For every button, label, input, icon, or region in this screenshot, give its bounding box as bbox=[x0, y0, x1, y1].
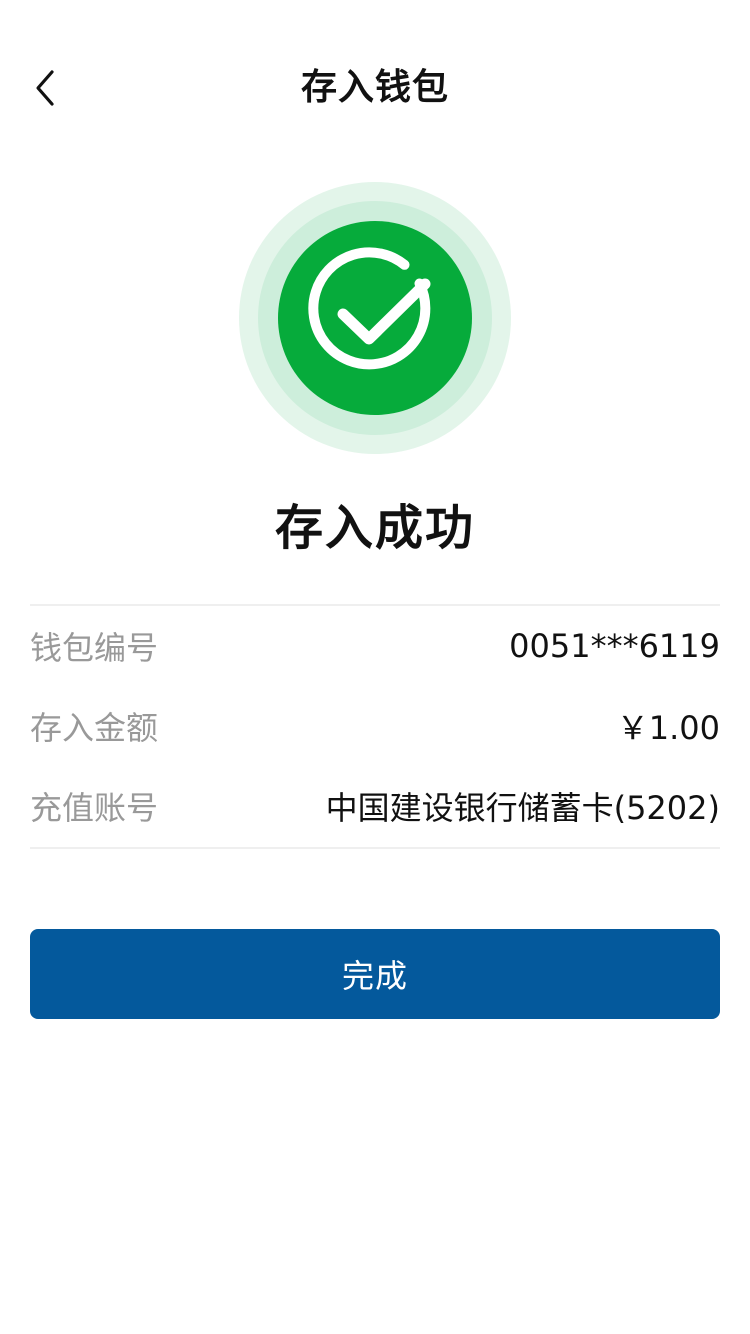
info-row-wallet-number: 钱包编号 0051***6119 bbox=[30, 606, 720, 686]
success-title: 存入成功 bbox=[274, 500, 475, 556]
check-circle-icon bbox=[239, 182, 511, 454]
page-title: 存入钱包 bbox=[300, 67, 449, 108]
success-graphic bbox=[239, 182, 511, 454]
info-row-deposit-amount: 存入金额 ￥1.00 bbox=[30, 686, 720, 766]
top-nav-bar: 存入钱包 bbox=[0, 44, 750, 132]
recharge-account-value: 中国建设银行储蓄卡(5202) bbox=[325, 789, 720, 827]
divider bbox=[30, 847, 720, 849]
deposit-amount-label: 存入金额 bbox=[30, 709, 159, 747]
deposit-amount-value: ￥1.00 bbox=[616, 709, 720, 747]
wallet-number-value: 0051***6119 bbox=[509, 627, 720, 665]
done-button[interactable]: 完成 bbox=[30, 929, 720, 1019]
wallet-number-label: 钱包编号 bbox=[30, 629, 159, 667]
recharge-account-label: 充值账号 bbox=[30, 789, 159, 827]
info-row-recharge-account: 充值账号 中国建设银行储蓄卡(5202) bbox=[30, 766, 720, 846]
